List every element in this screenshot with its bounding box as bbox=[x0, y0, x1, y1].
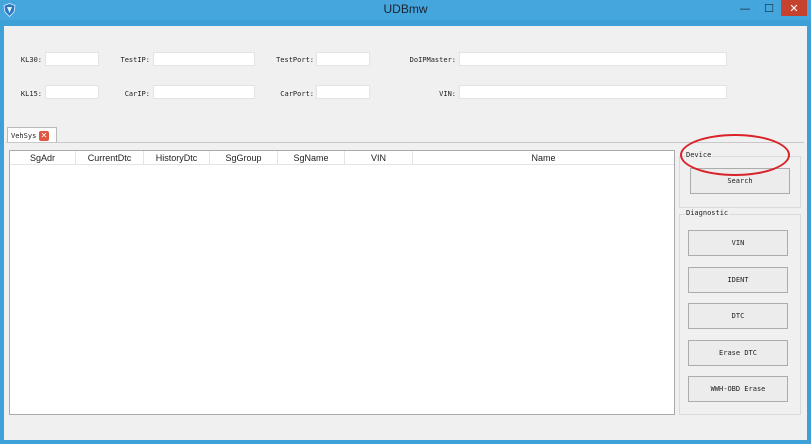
vin-button[interactable]: VIN bbox=[688, 230, 788, 256]
car-ip-label: CarIP: bbox=[124, 90, 150, 98]
client-area: KL30: TestIP: TestPort: DoIPMaster: KL15… bbox=[4, 26, 807, 440]
doip-master-field[interactable] bbox=[459, 52, 727, 66]
column-header-historydtc[interactable]: HistoryDtc bbox=[144, 151, 210, 165]
doip-master-label: DoIPMaster: bbox=[409, 56, 456, 64]
results-table[interactable]: SgAdr CurrentDtc HistoryDtc SgGroup SgNa… bbox=[9, 150, 675, 415]
device-group-title: Device bbox=[685, 151, 713, 159]
column-header-sgname[interactable]: SgName bbox=[278, 151, 345, 165]
wwh-obd-erase-button[interactable]: WWH-OBD Erase bbox=[688, 376, 788, 402]
vin-label: VIN: bbox=[439, 90, 456, 98]
status-strip bbox=[4, 422, 807, 440]
ident-button[interactable]: IDENT bbox=[688, 267, 788, 293]
tab-vehsys-label: VehSys bbox=[11, 132, 37, 140]
column-header-currentdtc[interactable]: CurrentDtc bbox=[76, 151, 144, 165]
vin-field[interactable] bbox=[459, 85, 727, 99]
column-header-vin[interactable]: VIN bbox=[345, 151, 413, 165]
maximize-button[interactable]: ☐ bbox=[757, 0, 781, 16]
kl15-label: KL15: bbox=[20, 90, 42, 98]
window-title: UDBmw bbox=[383, 2, 428, 16]
column-header-name[interactable]: Name bbox=[413, 151, 674, 165]
car-ip-field[interactable] bbox=[153, 85, 255, 99]
kl30-label: KL30: bbox=[20, 56, 42, 64]
car-port-field[interactable] bbox=[316, 85, 370, 99]
tab-divider bbox=[6, 142, 804, 143]
table-header: SgAdr CurrentDtc HistoryDtc SgGroup SgNa… bbox=[10, 151, 674, 165]
tab-vehsys[interactable]: VehSys ✕ bbox=[7, 127, 57, 143]
car-port-label: CarPort: bbox=[280, 90, 314, 98]
kl30-field[interactable] bbox=[45, 52, 99, 66]
diagnostic-group-title: Diagnostic bbox=[685, 209, 730, 217]
test-ip-label: TestIP: bbox=[120, 56, 150, 64]
column-header-sgadr[interactable]: SgAdr bbox=[10, 151, 76, 165]
dtc-button[interactable]: DTC bbox=[688, 303, 788, 329]
app-window: UDBmw — ☐ ✕ KL30: TestIP: TestPort: DoIP… bbox=[0, 0, 811, 444]
tab-close-icon[interactable]: ✕ bbox=[39, 131, 49, 141]
column-header-sggroup[interactable]: SgGroup bbox=[210, 151, 278, 165]
test-ip-field[interactable] bbox=[153, 52, 255, 66]
minimize-button[interactable]: — bbox=[733, 0, 757, 16]
test-port-label: TestPort: bbox=[276, 56, 314, 64]
erase-dtc-button[interactable]: Erase DTC bbox=[688, 340, 788, 366]
test-port-field[interactable] bbox=[316, 52, 370, 66]
search-button[interactable]: Search bbox=[690, 168, 790, 194]
title-bar[interactable]: UDBmw — ☐ ✕ bbox=[0, 0, 811, 20]
close-button[interactable]: ✕ bbox=[781, 0, 807, 16]
kl15-field[interactable] bbox=[45, 85, 99, 99]
